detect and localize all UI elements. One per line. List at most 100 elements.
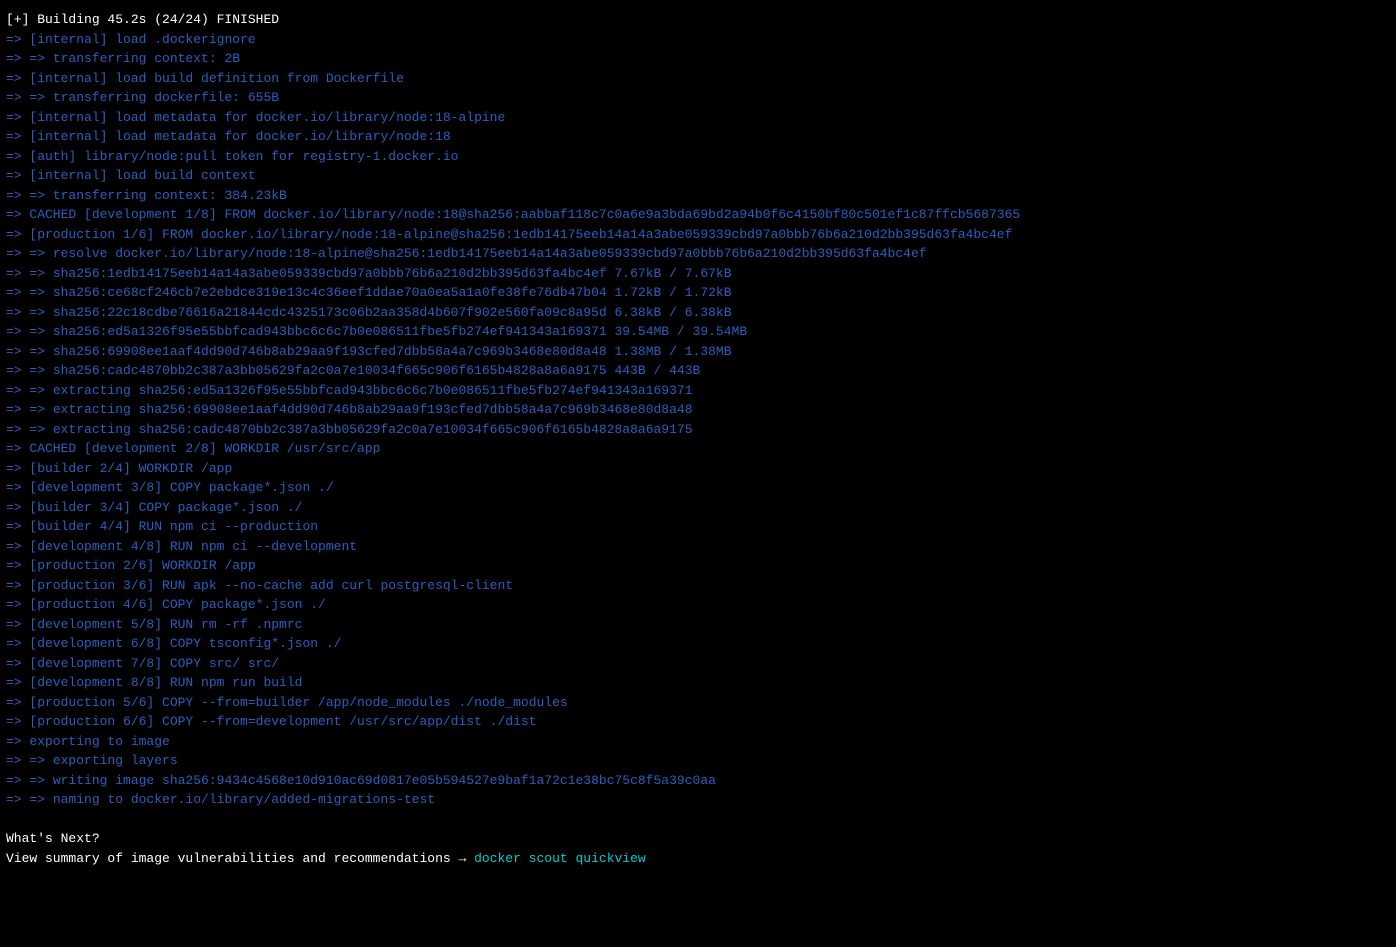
arrow-prefix: => => — [6, 344, 53, 359]
arrow-prefix: => — [6, 695, 29, 710]
build-step-text: extracting sha256:ed5a1326f95e55bbfcad94… — [53, 383, 693, 398]
build-step-line: => => extracting sha256:69908ee1aaf4dd90… — [6, 400, 1390, 420]
build-step-text: [development 6/8] COPY tsconfig*.json ./ — [29, 636, 341, 651]
build-step-text: sha256:69908ee1aaf4dd90d746b8ab29aa9f193… — [53, 344, 732, 359]
build-step-line: => CACHED [development 1/8] FROM docker.… — [6, 205, 1390, 225]
build-step-text: [internal] load build definition from Do… — [29, 71, 403, 86]
build-step-line: => => writing image sha256:9434c4568e10d… — [6, 771, 1390, 791]
build-step-text: naming to docker.io/library/added-migrat… — [53, 792, 435, 807]
arrow-prefix: => — [6, 71, 29, 86]
build-step-text: transferring dockerfile: 655B — [53, 90, 279, 105]
build-step-text: [production 1/6] FROM docker.io/library/… — [29, 227, 1012, 242]
build-step-line: => [internal] load build definition from… — [6, 69, 1390, 89]
arrow-prefix: => => — [6, 383, 53, 398]
arrow-prefix: => => — [6, 422, 53, 437]
build-step-line: => => sha256:1edb14175eeb14a14a3abe05933… — [6, 264, 1390, 284]
build-step-line: => [production 2/6] WORKDIR /app — [6, 556, 1390, 576]
build-step-line: => [production 5/6] COPY --from=builder … — [6, 693, 1390, 713]
build-step-text: [development 7/8] COPY src/ src/ — [29, 656, 279, 671]
arrow-prefix: => — [6, 32, 29, 47]
arrow-prefix: => => — [6, 246, 53, 261]
build-step-text: [development 4/8] RUN npm ci --developme… — [29, 539, 357, 554]
build-step-text: [development 8/8] RUN npm run build — [29, 675, 302, 690]
arrow-prefix: => — [6, 656, 29, 671]
build-step-text: sha256:cadc4870bb2c387a3bb05629fa2c0a7e1… — [53, 363, 701, 378]
build-step-line: => [development 6/8] COPY tsconfig*.json… — [6, 634, 1390, 654]
build-step-line: => [development 8/8] RUN npm run build — [6, 673, 1390, 693]
build-step-line: => => resolve docker.io/library/node:18-… — [6, 244, 1390, 264]
arrow-prefix: => — [6, 110, 29, 125]
build-step-line: => => sha256:69908ee1aaf4dd90d746b8ab29a… — [6, 342, 1390, 362]
build-step-line: => [internal] load metadata for docker.i… — [6, 127, 1390, 147]
build-step-line: => [production 4/6] COPY package*.json .… — [6, 595, 1390, 615]
build-step-text: exporting to image — [29, 734, 169, 749]
build-step-text: [internal] load metadata for docker.io/l… — [29, 110, 505, 125]
build-step-text: sha256:ed5a1326f95e55bbfcad943bbc6c6c7b0… — [53, 324, 747, 339]
arrow-prefix: => — [6, 207, 29, 222]
build-step-line: => [production 6/6] COPY --from=developm… — [6, 712, 1390, 732]
arrow-prefix: => — [6, 519, 29, 534]
build-step-text: [internal] load .dockerignore — [29, 32, 255, 47]
build-step-line: => [development 5/8] RUN rm -rf .npmrc — [6, 615, 1390, 635]
build-step-text: [internal] load build context — [29, 168, 255, 183]
blank-line — [6, 810, 1390, 830]
build-step-text: [production 3/6] RUN apk --no-cache add … — [29, 578, 513, 593]
build-step-line: => [builder 2/4] WORKDIR /app — [6, 459, 1390, 479]
build-step-text: [production 5/6] COPY --from=builder /ap… — [29, 695, 567, 710]
build-step-text: [builder 2/4] WORKDIR /app — [29, 461, 232, 476]
build-step-line: => => transferring context: 384.23kB — [6, 186, 1390, 206]
build-step-line: => [builder 4/4] RUN npm ci --production — [6, 517, 1390, 537]
build-step-text: transferring context: 384.23kB — [53, 188, 287, 203]
build-step-line: => => transferring dockerfile: 655B — [6, 88, 1390, 108]
build-step-text: [builder 3/4] COPY package*.json ./ — [29, 500, 302, 515]
build-step-line: => => sha256:ce68cf246cb7e2ebdce319e13c4… — [6, 283, 1390, 303]
build-step-line: => [internal] load .dockerignore — [6, 30, 1390, 50]
build-step-text: sha256:1edb14175eeb14a14a3abe059339cbd97… — [53, 266, 732, 281]
build-step-text: [production 4/6] COPY package*.json ./ — [29, 597, 325, 612]
arrow-prefix: => — [6, 149, 29, 164]
arrow-prefix: => => — [6, 753, 53, 768]
build-step-text: transferring context: 2B — [53, 51, 240, 66]
summary-text: View summary of image vulnerabilities an… — [6, 851, 474, 866]
build-step-line: => [development 3/8] COPY package*.json … — [6, 478, 1390, 498]
arrow-prefix: => — [6, 480, 29, 495]
arrow-prefix: => — [6, 558, 29, 573]
build-step-line: => [builder 3/4] COPY package*.json ./ — [6, 498, 1390, 518]
arrow-prefix: => => — [6, 324, 53, 339]
arrow-prefix: => => — [6, 90, 53, 105]
build-step-text: [production 6/6] COPY --from=development… — [29, 714, 536, 729]
build-step-text: CACHED [development 1/8] FROM docker.io/… — [29, 207, 1020, 222]
build-step-line: => => sha256:22c18cdbe76616a21844cdc4325… — [6, 303, 1390, 323]
arrow-prefix: => — [6, 714, 29, 729]
build-step-line: => => extracting sha256:cadc4870bb2c387a… — [6, 420, 1390, 440]
arrow-prefix: => — [6, 597, 29, 612]
build-step-line: => => sha256:ed5a1326f95e55bbfcad943bbc6… — [6, 322, 1390, 342]
arrow-prefix: => — [6, 675, 29, 690]
arrow-prefix: => — [6, 168, 29, 183]
build-step-line: => => transferring context: 2B — [6, 49, 1390, 69]
build-step-text: [development 3/8] COPY package*.json ./ — [29, 480, 333, 495]
build-step-text: extracting sha256:cadc4870bb2c387a3bb056… — [53, 422, 693, 437]
scout-recommendation: View summary of image vulnerabilities an… — [6, 849, 1390, 869]
build-step-line: => => naming to docker.io/library/added-… — [6, 790, 1390, 810]
build-header: [+] Building 45.2s (24/24) FINISHED — [6, 10, 1390, 30]
arrow-prefix: => — [6, 734, 29, 749]
whats-next-header: What's Next? — [6, 829, 1390, 849]
build-step-line: => => extracting sha256:ed5a1326f95e55bb… — [6, 381, 1390, 401]
arrow-prefix: => — [6, 617, 29, 632]
build-step-text: [builder 4/4] RUN npm ci --production — [29, 519, 318, 534]
arrow-prefix: => => — [6, 188, 53, 203]
build-step-line: => [internal] load metadata for docker.i… — [6, 108, 1390, 128]
build-step-line: => exporting to image — [6, 732, 1390, 752]
build-step-text: [development 5/8] RUN rm -rf .npmrc — [29, 617, 302, 632]
build-step-text: [auth] library/node:pull token for regis… — [29, 149, 458, 164]
build-step-line: => [production 1/6] FROM docker.io/libra… — [6, 225, 1390, 245]
build-step-text: extracting sha256:69908ee1aaf4dd90d746b8… — [53, 402, 693, 417]
build-step-line: => CACHED [development 2/8] WORKDIR /usr… — [6, 439, 1390, 459]
arrow-prefix: => => — [6, 266, 53, 281]
build-step-line: => => sha256:cadc4870bb2c387a3bb05629fa2… — [6, 361, 1390, 381]
arrow-prefix: => — [6, 539, 29, 554]
arrow-prefix: => => — [6, 402, 53, 417]
arrow-prefix: => => — [6, 792, 53, 807]
build-step-line: => => exporting layers — [6, 751, 1390, 771]
